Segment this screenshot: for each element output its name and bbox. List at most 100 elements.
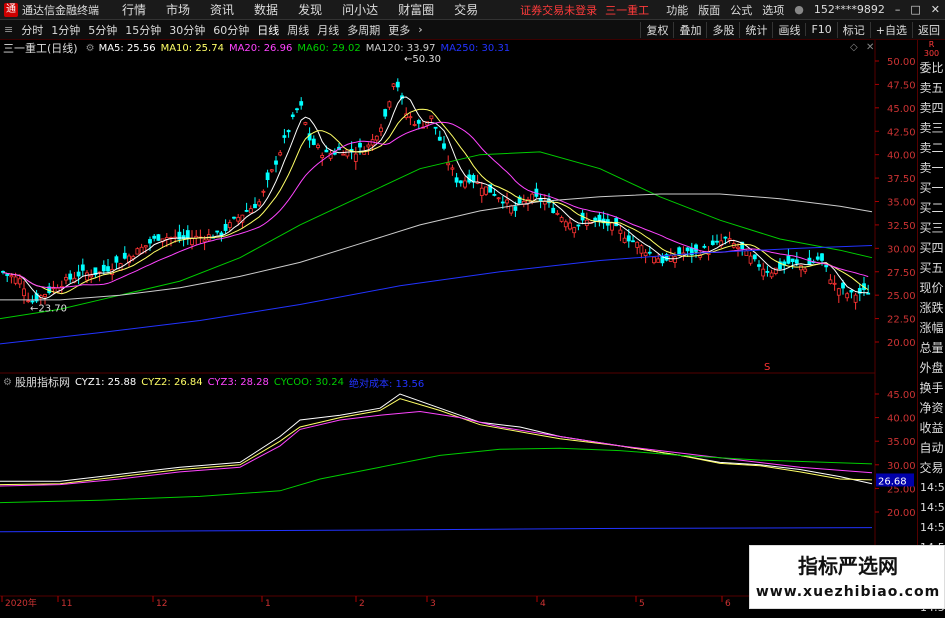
- chart-area[interactable]: 50.00 47.50 45.00 42.50 40.00 37.50 35.00 32.50…: [0, 40, 917, 609]
- side-panel-item[interactable]: 换手: [918, 378, 945, 398]
- date-tick-label: 4: [540, 599, 546, 609]
- side-panel-item[interactable]: 买五: [918, 258, 945, 278]
- side-panel-item[interactable]: 卖一: [918, 158, 945, 178]
- side-panel-item[interactable]: 交易: [918, 458, 945, 478]
- period-more[interactable]: 更多: [384, 22, 414, 38]
- trade-login-notice[interactable]: 证券交易未登录: [516, 2, 601, 18]
- candle-body: [769, 272, 774, 278]
- menu-function[interactable]: 功能: [661, 2, 693, 18]
- tool-back[interactable]: 返回: [912, 21, 945, 38]
- side-panel-item[interactable]: 委比: [918, 58, 945, 78]
- settings-icon[interactable]: ⚙: [86, 43, 95, 54]
- tool-restore-rights[interactable]: 复权: [640, 21, 673, 38]
- price-tick-label: 32.50: [887, 221, 916, 232]
- menu-item-wealth[interactable]: 财富圈: [388, 1, 444, 18]
- period-daily[interactable]: 日线: [253, 22, 283, 38]
- absolute-cost-line: [0, 527, 873, 533]
- candle-body: [631, 240, 635, 243]
- menu-item-data[interactable]: 数据: [244, 1, 288, 18]
- period-5min[interactable]: 5分钟: [84, 22, 121, 38]
- tool-multi-stock[interactable]: 多股: [706, 21, 739, 38]
- signal-marker: S: [764, 362, 770, 373]
- period-monthly[interactable]: 月线: [313, 22, 343, 38]
- period-30min[interactable]: 30分钟: [165, 22, 209, 38]
- minimize-icon[interactable]: –: [890, 3, 906, 16]
- side-panel-item[interactable]: 现价: [918, 278, 945, 298]
- tool-mark[interactable]: 标记: [836, 21, 870, 38]
- menu-formula[interactable]: 公式: [725, 2, 757, 18]
- close-icon[interactable]: ✕: [926, 3, 945, 16]
- menu-options[interactable]: 选项: [757, 2, 789, 18]
- tool-overlay[interactable]: 叠加: [673, 21, 706, 38]
- candle-body: [450, 167, 455, 170]
- menu-item-quotes[interactable]: 行情: [112, 1, 156, 18]
- candle-body: [80, 264, 85, 271]
- close-chart-icon[interactable]: ✕: [866, 42, 874, 53]
- tool-statistics[interactable]: 统计: [739, 21, 772, 38]
- candle-body: [366, 144, 371, 148]
- date-tick-label: 3: [430, 599, 436, 609]
- date-tick-label: 1: [265, 599, 271, 609]
- side-panel-item[interactable]: 卖二: [918, 138, 945, 158]
- side-panel-item[interactable]: 收益: [918, 418, 945, 438]
- indicator-header: ⚙ 股朋指标网 CYZ1: 25.88 CYZ2: 26.84 CYZ3: 28…: [0, 374, 424, 390]
- side-panel-item[interactable]: 买二: [918, 198, 945, 218]
- date-tick-label: 2020年: [5, 597, 37, 609]
- menu-item-trade[interactable]: 交易: [444, 1, 488, 18]
- side-panel-item[interactable]: 买一: [918, 178, 945, 198]
- side-panel-item[interactable]: 买四: [918, 238, 945, 258]
- candle-body: [156, 234, 161, 241]
- candle-body: [190, 237, 194, 246]
- watermark-title: 指标严选网: [798, 554, 898, 578]
- candle-body: [610, 222, 614, 231]
- user-icon[interactable]: ●: [789, 3, 809, 16]
- candle-body: [799, 265, 803, 271]
- price-tick-label: 50.00: [887, 57, 916, 68]
- period-weekly[interactable]: 周线: [283, 22, 313, 38]
- period-15min[interactable]: 15分钟: [121, 22, 165, 38]
- candle-body: [710, 240, 715, 245]
- side-panel-item[interactable]: 总量: [918, 338, 945, 358]
- more-arrow-icon[interactable]: ›: [414, 23, 426, 36]
- candle-body: [429, 115, 434, 120]
- menu-item-market[interactable]: 市场: [156, 1, 200, 18]
- side-panel-item[interactable]: 300: [918, 49, 945, 58]
- period-tick[interactable]: 分时: [17, 22, 47, 38]
- candle-body: [757, 264, 761, 267]
- menu-item-news[interactable]: 资讯: [200, 1, 244, 18]
- period-60min[interactable]: 60分钟: [209, 22, 253, 38]
- menu-item-ask[interactable]: 问小达: [332, 1, 388, 18]
- kline-chart[interactable]: 50.00 47.50 45.00 42.50 40.00 37.50 35.00 32.50…: [0, 40, 917, 609]
- candle-body: [815, 256, 820, 260]
- price-tick-label: 35.00: [887, 198, 916, 209]
- collapse-icon[interactable]: ◇: [850, 42, 858, 53]
- indicator-settings-icon[interactable]: ⚙: [3, 377, 12, 388]
- period-multi[interactable]: 多周期: [343, 22, 384, 38]
- price-tick-label: 40.00: [887, 151, 916, 162]
- menu-icon[interactable]: ≡: [0, 23, 17, 36]
- period-1min[interactable]: 1分钟: [47, 22, 84, 38]
- title-bar: 通 通达信金融终端 行情 市场 资讯 数据 发现 问小达 财富圈 交易 证券交易…: [0, 0, 945, 20]
- menu-layout[interactable]: 版面: [693, 2, 725, 18]
- side-panel-item[interactable]: 涨幅: [918, 318, 945, 338]
- side-panel-item[interactable]: 净资: [918, 398, 945, 418]
- side-panel-item[interactable]: 卖四: [918, 98, 945, 118]
- side-panel-item[interactable]: R: [918, 40, 945, 49]
- user-account[interactable]: 152****9892: [809, 3, 890, 16]
- tool-add-watchlist[interactable]: +自选: [869, 21, 912, 38]
- tool-draw-line[interactable]: 画线: [772, 21, 805, 38]
- side-panel-item[interactable]: 卖三: [918, 118, 945, 138]
- side-panel-item[interactable]: 自动: [918, 438, 945, 458]
- maximize-icon[interactable]: □: [905, 3, 925, 16]
- side-panel-item[interactable]: 涨跌: [918, 298, 945, 318]
- tool-f10[interactable]: F10: [805, 23, 836, 36]
- side-panel-item[interactable]: 外盘: [918, 358, 945, 378]
- stock-title[interactable]: 三一重工(日线): [3, 40, 78, 56]
- candle-body: [395, 81, 400, 88]
- indicator-name[interactable]: 股朋指标网: [15, 374, 70, 390]
- menu-item-discover[interactable]: 发现: [288, 1, 332, 18]
- side-panel-item[interactable]: 卖五: [918, 78, 945, 98]
- candle-body: [30, 300, 35, 303]
- app-title: 通达信金融终端: [22, 3, 99, 17]
- side-panel-item[interactable]: 买三: [918, 218, 945, 238]
